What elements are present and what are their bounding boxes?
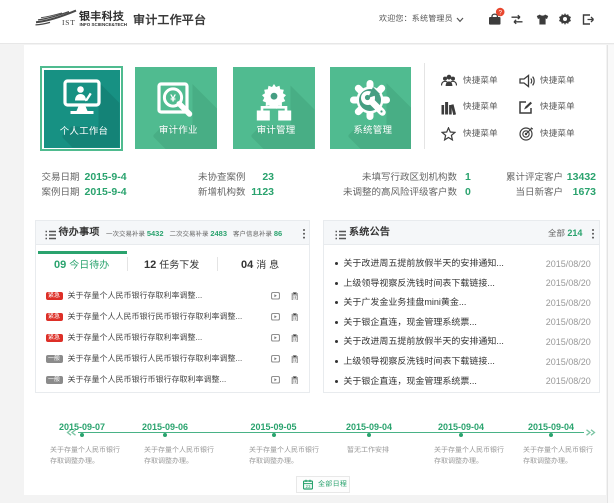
svg-text:?: ? [498,9,502,16]
svg-text:23: 23 [305,484,311,489]
svg-text:¥: ¥ [170,93,176,105]
